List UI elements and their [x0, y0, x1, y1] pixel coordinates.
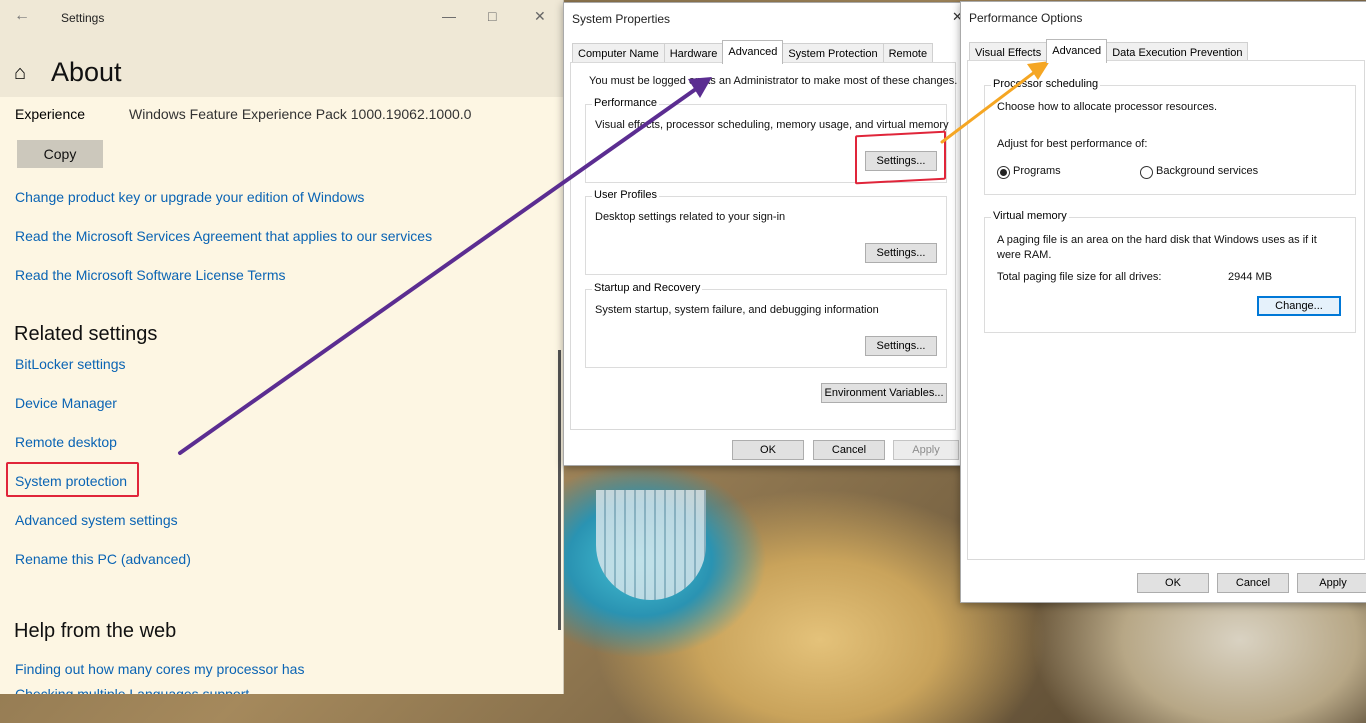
tab-system-protection[interactable]: System Protection: [782, 43, 884, 63]
startup-recovery-label: Startup and Recovery: [592, 282, 703, 294]
virtual-memory-label: Virtual memory: [991, 210, 1069, 222]
change-virtual-memory-button[interactable]: Change...: [1257, 296, 1341, 316]
programs-radio[interactable]: [997, 166, 1010, 179]
advanced-tab-panel: You must be logged on as an Administrato…: [570, 62, 958, 430]
tab-advanced[interactable]: Advanced: [722, 40, 784, 64]
performance-desc: Visual effects, processor scheduling, me…: [595, 119, 949, 131]
copy-button[interactable]: Copy: [17, 140, 103, 168]
tab-hardware[interactable]: Hardware: [663, 43, 724, 63]
tab-computer-name[interactable]: Computer Name: [572, 43, 665, 63]
bitlocker-settings-link[interactable]: BitLocker settings: [15, 356, 126, 372]
adjust-performance-label: Adjust for best performance of:: [997, 138, 1148, 150]
tab-remote[interactable]: Remote: [882, 43, 934, 63]
tab-visual-effects[interactable]: Visual Effects: [969, 42, 1048, 62]
virtual-memory-group: Virtual memory A paging file is an area …: [984, 210, 1356, 333]
apply-button[interactable]: Apply: [1297, 573, 1366, 593]
processor-scheduling-desc: Choose how to allocate processor resourc…: [997, 101, 1218, 113]
settings-titlebar: ← Settings — □ ✕: [0, 0, 563, 36]
performance-options-title: Performance Options: [969, 11, 1083, 25]
system-protection-highlight: [6, 462, 139, 497]
performance-label: Performance: [592, 97, 659, 109]
virtual-memory-desc-1: A paging file is an area on the hard dis…: [997, 234, 1317, 246]
maximize-icon[interactable]: □: [488, 8, 496, 24]
experience-label: Experience: [15, 106, 86, 122]
settings-header: ⌂ About: [0, 36, 563, 97]
processor-scheduling-label: Processor scheduling: [991, 78, 1101, 90]
ok-button[interactable]: OK: [732, 440, 804, 460]
performance-settings-highlight: [855, 130, 946, 185]
services-agreement-link[interactable]: Read the Microsoft Services Agreement th…: [15, 228, 432, 244]
experience-value: Windows Feature Experience Pack 1000.190…: [129, 106, 472, 122]
performance-options-dialog: Performance Options Visual Effects Advan…: [960, 1, 1366, 603]
user-profiles-settings-button[interactable]: Settings...: [865, 243, 937, 263]
device-manager-link[interactable]: Device Manager: [15, 395, 117, 411]
background-services-radio-label[interactable]: Background services: [1156, 165, 1258, 177]
total-paging-value: 2944 MB: [1228, 271, 1273, 283]
help-heading: Help from the web: [14, 620, 177, 642]
wallpaper-fish: [596, 490, 706, 600]
settings-window-title: Settings: [61, 11, 105, 25]
programs-radio-label[interactable]: Programs: [1013, 165, 1061, 177]
total-paging-label: Total paging file size for all drives:: [997, 271, 1162, 283]
cores-help-link[interactable]: Finding out how many cores my processor …: [15, 661, 304, 677]
related-settings-heading: Related settings: [14, 323, 158, 345]
processor-scheduling-group: Processor scheduling Choose how to alloc…: [984, 78, 1356, 195]
settings-window: ← Settings — □ ✕ ⌂ About Experience Wind…: [0, 0, 564, 694]
change-product-key-link[interactable]: Change product key or upgrade your editi…: [15, 189, 364, 205]
user-profiles-desc: Desktop settings related to your sign-in: [595, 211, 786, 223]
back-arrow-icon[interactable]: ←: [14, 7, 30, 25]
languages-help-link[interactable]: Checking multiple Languages support: [15, 686, 249, 694]
advanced-system-settings-link[interactable]: Advanced system settings: [15, 512, 178, 528]
page-title: About: [51, 57, 122, 87]
admin-note: You must be logged on as an Administrato…: [589, 75, 958, 87]
license-terms-link[interactable]: Read the Microsoft Software License Term…: [15, 267, 286, 283]
cancel-button[interactable]: Cancel: [1217, 573, 1289, 593]
user-profiles-group: User Profiles Desktop settings related t…: [585, 189, 947, 275]
perf-advanced-panel: Processor scheduling Choose how to alloc…: [967, 60, 1365, 560]
rename-pc-link[interactable]: Rename this PC (advanced): [15, 551, 191, 567]
background-services-radio[interactable]: [1140, 166, 1153, 179]
virtual-memory-desc-2: were RAM.: [997, 249, 1052, 261]
system-properties-title: System Properties: [572, 12, 671, 26]
apply-button[interactable]: Apply: [893, 440, 959, 460]
ok-button[interactable]: OK: [1137, 573, 1209, 593]
cancel-button[interactable]: Cancel: [813, 440, 885, 460]
system-properties-dialog: System Properties ✕ Computer Name Hardwa…: [563, 2, 965, 466]
close-icon[interactable]: ✕: [534, 8, 546, 25]
tab-data-execution-prevention[interactable]: Data Execution Prevention: [1106, 42, 1249, 62]
startup-recovery-desc: System startup, system failure, and debu…: [595, 304, 879, 316]
environment-variables-button[interactable]: Environment Variables...: [821, 383, 947, 403]
startup-recovery-group: Startup and Recovery System startup, sys…: [585, 282, 947, 368]
startup-recovery-settings-button[interactable]: Settings...: [865, 336, 937, 356]
minimize-icon[interactable]: —: [442, 8, 456, 24]
tab-advanced[interactable]: Advanced: [1046, 39, 1108, 63]
home-icon[interactable]: ⌂: [14, 62, 26, 85]
remote-desktop-link[interactable]: Remote desktop: [15, 434, 117, 450]
settings-scrollbar[interactable]: [558, 350, 561, 630]
user-profiles-label: User Profiles: [592, 189, 659, 201]
